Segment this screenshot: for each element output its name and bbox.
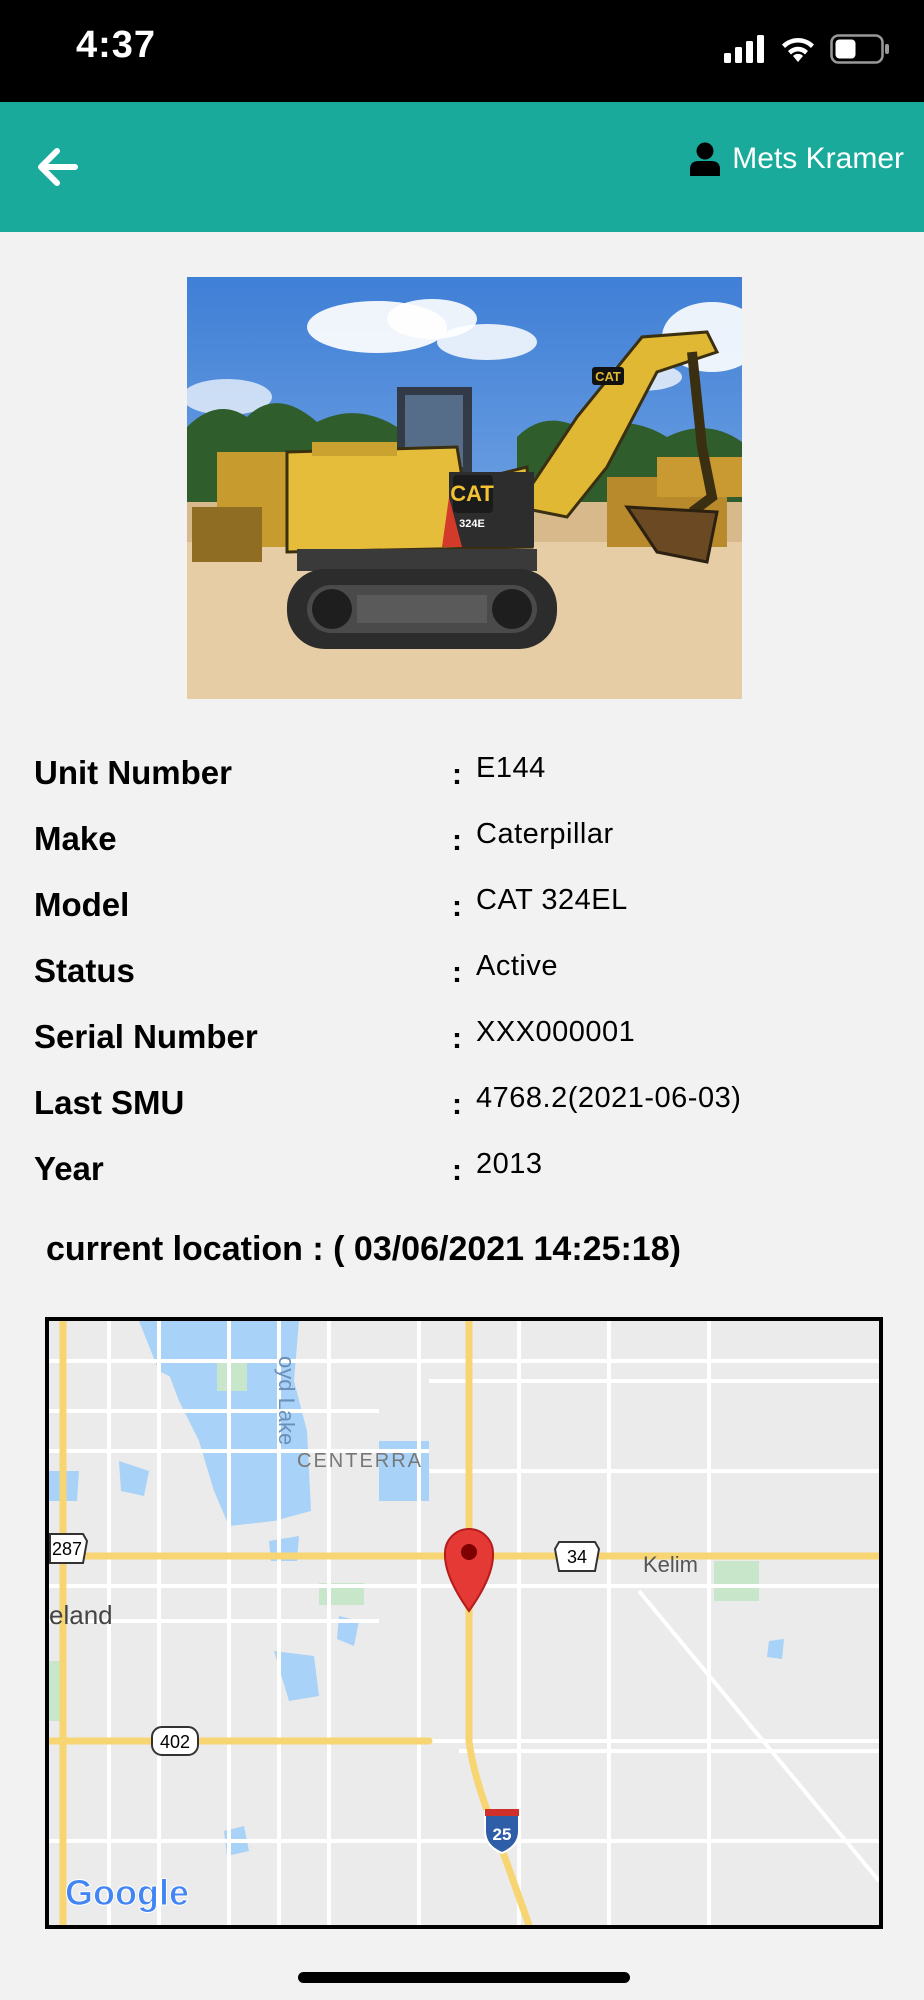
status-time: 4:37 bbox=[76, 24, 157, 66]
detail-row-model: Model : CAT 324EL bbox=[34, 884, 894, 950]
route-shield: 402 bbox=[151, 1726, 199, 1756]
detail-label: Unit Number bbox=[34, 754, 232, 791]
detail-label: Serial Number bbox=[34, 1018, 258, 1055]
interstate-shield: 25 bbox=[484, 1809, 520, 1855]
map-label-area: CENTERRA bbox=[297, 1450, 423, 1472]
detail-value: Active bbox=[476, 950, 558, 982]
svg-text:34: 34 bbox=[567, 1547, 587, 1567]
detail-label: Last SMU bbox=[34, 1084, 185, 1121]
detail-separator: : bbox=[452, 890, 462, 923]
home-indicator bbox=[298, 1972, 630, 1983]
person-icon bbox=[690, 142, 721, 176]
google-attribution: Google bbox=[65, 1872, 189, 1913]
cellular-signal-icon bbox=[724, 35, 764, 63]
map-label-town: Kelim bbox=[643, 1552, 698, 1577]
map-label-town: eland bbox=[49, 1600, 113, 1630]
detail-value: CAT 324EL bbox=[476, 884, 628, 916]
detail-value: 4768.2(2021-06-03) bbox=[476, 1082, 742, 1114]
detail-row-status: Status : Active bbox=[34, 950, 894, 1016]
battery-icon bbox=[830, 34, 889, 64]
svg-text:402: 402 bbox=[160, 1732, 190, 1752]
detail-separator: : bbox=[452, 1088, 462, 1121]
detail-row-last-smu: Last SMU : 4768.2(2021-06-03) bbox=[34, 1082, 894, 1148]
route-shield: 287 bbox=[49, 1533, 89, 1564]
map-label-lake: oyd Lake bbox=[274, 1356, 299, 1445]
detail-label: Model bbox=[34, 886, 130, 923]
detail-value: E144 bbox=[476, 752, 546, 784]
detail-separator: : bbox=[452, 1154, 462, 1187]
equipment-photo: CAT CAT 324E bbox=[187, 277, 742, 699]
detail-separator: : bbox=[452, 1022, 462, 1055]
cat-badge: CAT bbox=[450, 481, 494, 506]
detail-value: Caterpillar bbox=[476, 818, 614, 850]
detail-label: Year bbox=[34, 1150, 104, 1187]
detail-separator: : bbox=[452, 956, 462, 989]
detail-value: XXX000001 bbox=[476, 1016, 636, 1048]
detail-label: Make bbox=[34, 820, 117, 857]
route-shield: 34 bbox=[553, 1541, 601, 1572]
equipment-details: Unit Number : E144 Make : Caterpillar Mo… bbox=[34, 752, 894, 1214]
wifi-icon bbox=[782, 38, 814, 62]
svg-text:25: 25 bbox=[493, 1825, 512, 1844]
model-tag: 324E bbox=[459, 518, 485, 530]
detail-label: Status bbox=[34, 952, 135, 989]
user-name: Mets Kramer bbox=[732, 142, 904, 175]
detail-separator: : bbox=[452, 824, 462, 857]
detail-row-serial-number: Serial Number : XXX000001 bbox=[34, 1016, 894, 1082]
svg-text:287: 287 bbox=[52, 1539, 82, 1559]
detail-separator: : bbox=[452, 758, 462, 791]
status-bar: 4:37 bbox=[0, 0, 924, 102]
status-icons bbox=[724, 34, 890, 64]
arrow-left-icon bbox=[38, 148, 78, 186]
detail-row-make: Make : Caterpillar bbox=[34, 818, 894, 884]
detail-row-year: Year : 2013 bbox=[34, 1148, 894, 1214]
detail-row-unit-number: Unit Number : E144 bbox=[34, 752, 894, 818]
back-button[interactable] bbox=[28, 138, 86, 196]
current-location-title: current location : ( 03/06/2021 14:25:18… bbox=[46, 1230, 681, 1268]
detail-value: 2013 bbox=[476, 1148, 543, 1180]
location-map[interactable]: oyd Lake CENTERRA Kelim eland 287 34 402… bbox=[45, 1317, 883, 1929]
user-profile[interactable]: Mets Kramer bbox=[690, 142, 904, 176]
svg-text:CAT: CAT bbox=[595, 369, 621, 384]
app-bar: Mets Kramer bbox=[0, 102, 924, 232]
